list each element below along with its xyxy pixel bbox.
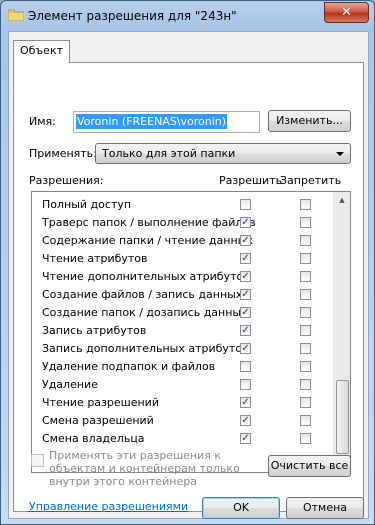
allow-checkbox[interactable]: ✓ [240, 289, 251, 300]
deny-header: Запретить [280, 174, 342, 187]
deny-checkbox[interactable] [300, 307, 311, 318]
permission-name: Чтение разрешений [42, 396, 159, 409]
permission-row: Запись дополнительных атрибутов ✓ [32, 340, 332, 358]
dialog-client: Объект Имя: Voronin (FREENAS\voronin) Из… [8, 31, 369, 519]
permission-row: Траверс папок / выполнение файлов ✓ [32, 214, 332, 232]
allow-checkbox[interactable] [240, 361, 251, 372]
allow-checkbox[interactable]: ✓ [240, 433, 251, 444]
permission-row: Полный доступ [32, 196, 332, 214]
cancel-button[interactable]: Отмена [286, 497, 364, 519]
chevron-down-icon [336, 152, 344, 156]
deny-checkbox[interactable] [300, 289, 311, 300]
deny-checkbox[interactable] [300, 361, 311, 372]
deny-checkbox[interactable] [300, 271, 311, 282]
scroll-up-icon[interactable]: ▲ [334, 192, 350, 208]
permission-name: Смена разрешений [42, 414, 154, 427]
permissions-list[interactable]: Полный доступ Траверс папок / выполнение … [31, 191, 351, 473]
permission-name: Создание файлов / запись данных [42, 288, 243, 301]
close-button[interactable]: ✕ [324, 2, 369, 23]
allow-checkbox[interactable]: ✓ [240, 343, 251, 354]
permission-entry-window: Элемент разрешения для "243н" ✕ Объект И… [0, 0, 375, 525]
permission-name: Смена владельца [42, 432, 145, 445]
allow-checkbox[interactable]: ✓ [240, 271, 251, 282]
permission-name: Полный доступ [42, 198, 132, 211]
deny-checkbox[interactable] [300, 325, 311, 336]
folder-icon [8, 9, 24, 21]
permission-name: Содержание папки / чтение данных [42, 234, 253, 247]
permission-row: Создание папок / дозапись данных ✓ [32, 304, 332, 322]
permission-row: Смена разрешений ✓ [32, 412, 332, 430]
allow-checkbox[interactable]: ✓ [240, 253, 251, 264]
scroll-thumb[interactable] [336, 380, 349, 454]
deny-checkbox[interactable] [300, 343, 311, 354]
permission-row: Удаление подпапок и файлов [32, 358, 332, 376]
apply-to-select[interactable]: Только для этой папки [95, 143, 351, 164]
permission-name: Запись атрибутов [42, 324, 147, 337]
permissions-label: Разрешения: [29, 174, 104, 187]
permission-row: Удаление [32, 376, 332, 394]
permission-row: Запись атрибутов ✓ [32, 322, 332, 340]
permission-name: Создание папок / дозапись данных [42, 306, 248, 319]
ok-button[interactable]: OK [202, 497, 280, 519]
name-value: Voronin (FREENAS\voronin) [76, 114, 228, 129]
permission-name: Удаление [42, 378, 98, 391]
clear-all-button[interactable]: Очистить все [268, 455, 351, 477]
permission-row: Смена владельца ✓ [32, 430, 332, 448]
allow-checkbox[interactable] [240, 379, 251, 390]
permissions-scrollbar[interactable]: ▲ ▼ [333, 192, 350, 472]
allow-checkbox[interactable]: ✓ [240, 307, 251, 318]
manage-permissions-link[interactable]: Управление разрешениями [29, 500, 188, 513]
permission-row: Чтение разрешений ✓ [32, 394, 332, 412]
permission-name: Удаление подпапок и файлов [42, 360, 216, 373]
permission-name: Чтение дополнительных атрибутов [42, 270, 250, 283]
title-bar[interactable]: Элемент разрешения для "243н" ✕ [1, 1, 374, 31]
permission-name: Чтение атрибутов [42, 252, 148, 265]
apply-children-checkbox[interactable] [31, 454, 44, 467]
permission-name: Запись дополнительных атрибутов [42, 342, 249, 355]
name-label: Имя: [29, 115, 56, 128]
deny-checkbox[interactable] [300, 415, 311, 426]
allow-checkbox[interactable]: ✓ [240, 217, 251, 228]
permission-name: Траверс папок / выполнение файлов [42, 216, 256, 229]
allow-checkbox[interactable]: ✓ [240, 235, 251, 246]
deny-checkbox[interactable] [300, 397, 311, 408]
allow-checkbox[interactable]: ✓ [240, 325, 251, 336]
permission-row: Создание файлов / запись данных ✓ [32, 286, 332, 304]
apply-to-value: Только для этой папки [102, 147, 236, 160]
deny-checkbox[interactable] [300, 199, 311, 210]
allow-checkbox[interactable]: ✓ [240, 397, 251, 408]
permission-row: Чтение дополнительных атрибутов ✓ [32, 268, 332, 286]
window-title: Элемент разрешения для "243н" [28, 9, 237, 23]
allow-header: Разрешить [219, 174, 283, 187]
deny-checkbox[interactable] [300, 433, 311, 444]
deny-checkbox[interactable] [300, 235, 311, 246]
tab-object[interactable]: Объект [13, 40, 70, 63]
deny-checkbox[interactable] [300, 217, 311, 228]
apply-to-label: Применять: [29, 147, 97, 160]
permission-row: Содержание папки / чтение данных ✓ [32, 232, 332, 250]
name-field[interactable]: Voronin (FREENAS\voronin) [73, 111, 260, 133]
permission-row: Чтение атрибутов ✓ [32, 250, 332, 268]
apply-children-label: Применять эти разрешения к объектам и ко… [49, 449, 240, 488]
deny-checkbox[interactable] [300, 253, 311, 264]
tab-panel: Имя: Voronin (FREENAS\voronin) Изменить.… [13, 62, 364, 513]
change-button[interactable]: Изменить... [268, 110, 351, 132]
deny-checkbox[interactable] [300, 379, 311, 390]
allow-checkbox[interactable]: ✓ [240, 415, 251, 426]
allow-checkbox[interactable] [240, 199, 251, 210]
